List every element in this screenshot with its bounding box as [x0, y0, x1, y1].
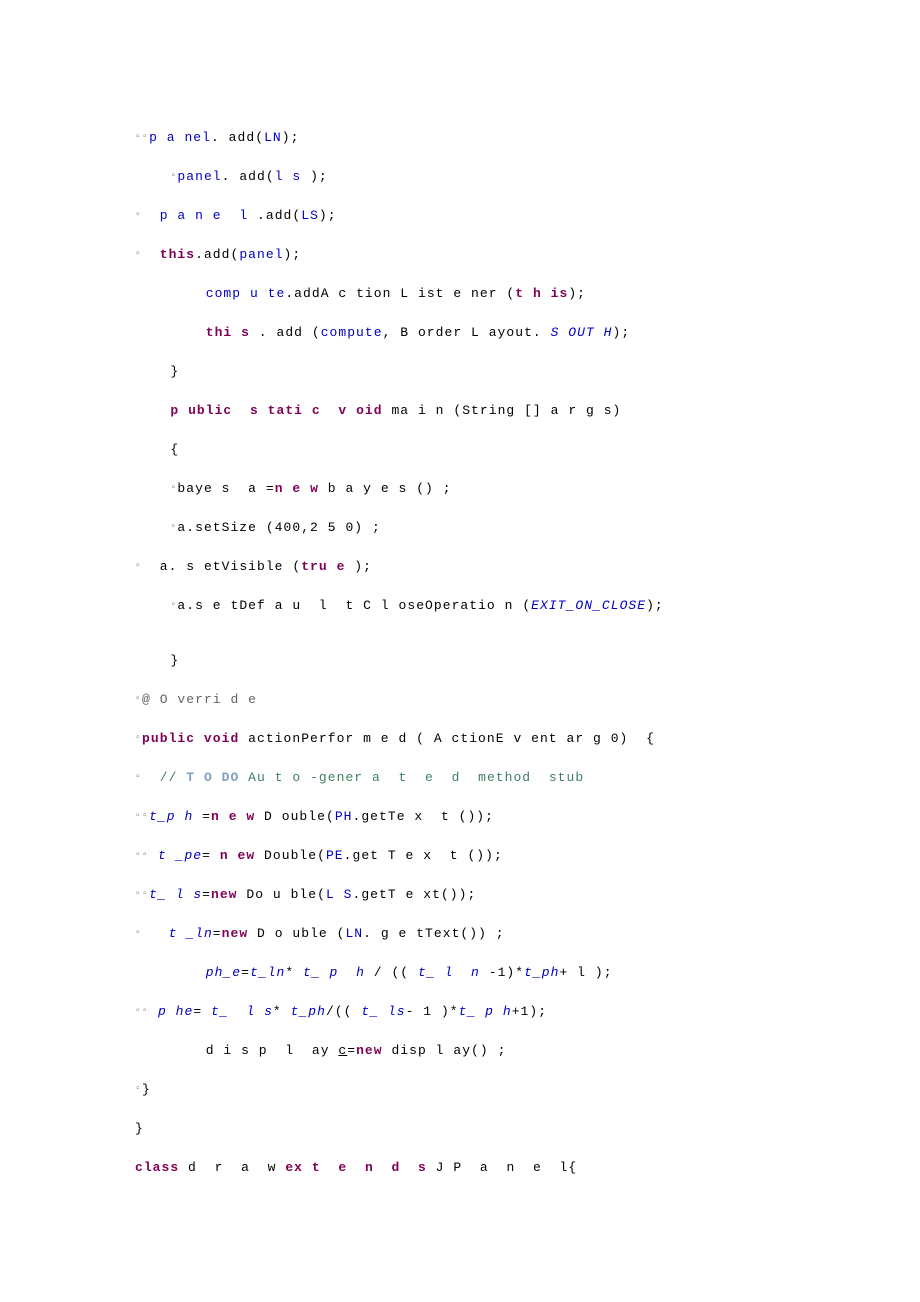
code-line: ▫ this.add(panel);	[135, 247, 785, 262]
code-line: ▫▫t_ l s=new Do u ble(L S.getT e xt());	[135, 887, 785, 902]
marker-icon: ▫	[135, 928, 142, 939]
code-line: }	[135, 653, 785, 668]
code-line: ▫ t _ln=new D o uble (LN. g e tText()) ;	[135, 926, 785, 941]
marker-icon: ▫	[142, 1006, 149, 1017]
marker-icon: ▫	[135, 811, 142, 822]
code-line: thi s . add (compute, B order L ayout. S…	[135, 325, 785, 340]
marker-icon: ▫	[135, 132, 142, 143]
marker-icon: ▫	[135, 772, 142, 783]
code-line: ph_e=t_ln* t_ p h / (( t_ l n -1)*t_ph+ …	[135, 965, 785, 980]
code-line: p ublic s tati c v oid ma i n (String []…	[135, 403, 785, 418]
code-line: ▫▫t_p h =n e w D ouble(PH.getTe x t ());	[135, 809, 785, 824]
marker-icon: ▫	[135, 1006, 142, 1017]
code-line: ▫▫p a nel. add(LN);	[135, 130, 785, 145]
marker-icon: ▫	[135, 210, 142, 221]
code-line: }	[135, 1121, 785, 1136]
code-line: ▫@ O verri d e	[135, 692, 785, 707]
code-line: ▫}	[135, 1082, 785, 1097]
marker-icon: ▫	[135, 733, 142, 744]
code-line: ▫ // T O DO Au t o -gener a t e d method…	[135, 770, 785, 785]
marker-icon: ▫	[135, 561, 142, 572]
code-line: ▫public void actionPerfor m e d ( A ctio…	[135, 731, 785, 746]
code-line: ▫a.setSize (400,2 5 0) ;	[135, 520, 785, 535]
code-line: }	[135, 364, 785, 379]
marker-icon: ▫	[135, 1084, 142, 1095]
code-line: class d r a w ex t e n d s J P a n e l{	[135, 1160, 785, 1175]
code-line: ▫panel. add(l s );	[135, 169, 785, 184]
code-line: comp u te.addA c tion L ist e ner (t h i…	[135, 286, 785, 301]
marker-icon: ▫	[135, 850, 142, 861]
code-line: ▫▫ p he= t_ l s* t_ph/(( t_ ls- 1 )*t_ p…	[135, 1004, 785, 1019]
code-line: ▫ p a n e l .add(LS);	[135, 208, 785, 223]
code-line: ▫▫ t _pe= n ew Double(PE.get T e x t ())…	[135, 848, 785, 863]
code-line: d i s p l ay c=new disp l ay() ;	[135, 1043, 785, 1058]
marker-icon: ▫	[135, 694, 142, 705]
marker-icon: ▫	[142, 850, 149, 861]
marker-icon: ▫	[135, 249, 142, 260]
marker-icon: ▫	[135, 889, 142, 900]
code-line: {	[135, 442, 785, 457]
code-line: ▫a.s e tDef a u l t C l oseOperatio n (E…	[135, 598, 785, 613]
code-line: ▫ a. s etVisible (tru e );	[135, 559, 785, 574]
code-line: ▫baye s a =n e w b a y e s () ;	[135, 481, 785, 496]
